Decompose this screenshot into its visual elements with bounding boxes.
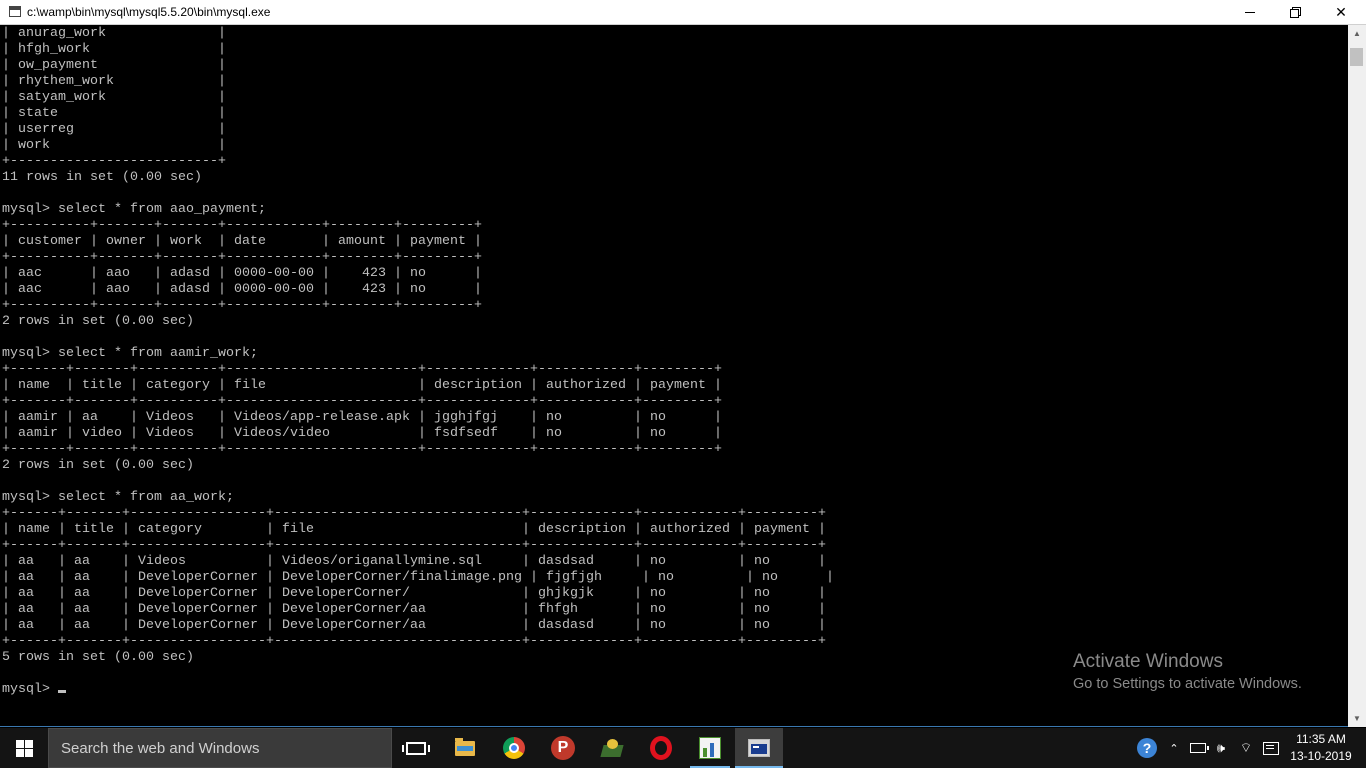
notification-icon xyxy=(1263,741,1279,755)
clock-date: 13-10-2019 xyxy=(1290,749,1352,763)
console-text: | anurag_work | | hfgh_work | | ow_payme… xyxy=(2,25,834,697)
console-line: 5 rows in set (0.00 sec) xyxy=(2,649,194,664)
console-line: +------+-------+-----------------+------… xyxy=(2,537,826,552)
activate-windows-watermark: Activate Windows Go to Settings to activ… xyxy=(1073,651,1302,692)
console-line: | aa | aa | DeveloperCorner | DeveloperC… xyxy=(2,617,826,632)
console-line: +----------+-------+-------+------------… xyxy=(2,217,482,232)
windows-logo-icon xyxy=(15,739,33,757)
console-line: +--------------------------+ xyxy=(2,153,226,168)
chart-app-icon xyxy=(699,737,721,759)
action-center-button[interactable] xyxy=(1260,728,1282,768)
start-button[interactable] xyxy=(0,728,48,768)
task-view-icon xyxy=(402,741,430,755)
console-line: | userreg | xyxy=(2,121,226,136)
console-line: | aa | aa | Videos | Videos/origanallymi… xyxy=(2,553,826,568)
console-line: +-------+-------+----------+------------… xyxy=(2,393,722,408)
console-line: +-------+-------+----------+------------… xyxy=(2,441,722,456)
wifi-icon: ⌔ xyxy=(1239,740,1253,755)
text-cursor xyxy=(58,690,66,693)
help-icon: ? xyxy=(1137,738,1157,758)
console-history: | anurag_work | | hfgh_work | | ow_payme… xyxy=(2,25,834,664)
console-line: | satyam_work | xyxy=(2,89,226,104)
green-app-icon xyxy=(601,738,623,758)
activate-windows-heading: Activate Windows xyxy=(1073,651,1223,672)
console-line: | name | title | category | file | descr… xyxy=(2,377,722,392)
chevron-up-icon: ⌃ xyxy=(1169,742,1179,755)
taskbar-clock[interactable]: 11:35 AM 13-10-2019 xyxy=(1284,731,1358,765)
vertical-scrollbar[interactable]: ▲ ▼ xyxy=(1348,25,1366,727)
scrollbar-thumb[interactable] xyxy=(1350,48,1363,66)
console-line: | customer | owner | work | date | amoun… xyxy=(2,233,482,248)
minimize-icon xyxy=(1245,11,1255,13)
console-line: | aac | aao | adasd | 0000-00-00 | 423 |… xyxy=(2,265,482,280)
show-hidden-icons-button[interactable]: ⌃ xyxy=(1164,728,1184,768)
file-explorer-button[interactable] xyxy=(441,728,489,768)
console-line: | aa | aa | DeveloperCorner | DeveloperC… xyxy=(2,585,826,600)
scroll-up-arrow-icon[interactable]: ▲ xyxy=(1348,25,1366,42)
minimize-button[interactable] xyxy=(1227,0,1273,24)
close-button[interactable]: ✕ xyxy=(1318,0,1364,24)
help-tray-button[interactable]: ? xyxy=(1134,728,1160,768)
console-line: 2 rows in set (0.00 sec) xyxy=(2,313,194,328)
console-line: | aa | aa | DeveloperCorner | DeveloperC… xyxy=(2,569,834,584)
taskbar: Search the web and Windows P ? ⌃ 🕪 ⌔ 11:… xyxy=(0,728,1366,768)
chrome-button[interactable] xyxy=(490,728,538,768)
window-title: c:\wamp\bin\mysql\mysql5.5.20\bin\mysql.… xyxy=(27,5,271,19)
window-bottom-border xyxy=(0,726,1348,727)
console-line: +----------+-------+-------+------------… xyxy=(2,249,482,264)
scroll-down-arrow-icon[interactable]: ▼ xyxy=(1348,710,1366,727)
battery-tray-button[interactable] xyxy=(1188,728,1209,768)
console-line: mysql> select * from aao_payment; xyxy=(2,201,266,216)
console-output-area[interactable]: | anurag_work | | hfgh_work | | ow_payme… xyxy=(0,25,1348,727)
volume-tray-button[interactable]: 🕪 xyxy=(1211,728,1231,768)
console-line: | anurag_work | xyxy=(2,25,226,40)
file-explorer-icon xyxy=(455,737,475,756)
taskbar-search-box[interactable]: Search the web and Windows xyxy=(48,728,392,768)
console-line: | work | xyxy=(2,137,226,152)
green-app-button[interactable] xyxy=(588,728,636,768)
console-line: +------+-------+-----------------+------… xyxy=(2,633,826,648)
console-line: mysql> select * from aa_work; xyxy=(2,489,234,504)
restore-button[interactable] xyxy=(1272,0,1318,24)
search-placeholder: Search the web and Windows xyxy=(61,740,260,757)
chrome-icon xyxy=(503,737,525,759)
console-line: | name | title | category | file | descr… xyxy=(2,521,826,536)
task-view-button[interactable] xyxy=(392,728,440,768)
console-line: | aa | aa | DeveloperCorner | DeveloperC… xyxy=(2,601,826,616)
console-line: +----------+-------+-------+------------… xyxy=(2,297,482,312)
restore-icon xyxy=(1290,7,1301,18)
network-tray-button[interactable]: ⌔ xyxy=(1236,728,1256,768)
clock-time: 11:35 AM xyxy=(1296,732,1346,746)
console-window-icon xyxy=(9,6,21,17)
console-line: | aamir | aa | Videos | Videos/app-relea… xyxy=(2,409,722,424)
psiphon-icon: P xyxy=(551,736,575,760)
console-app-button[interactable] xyxy=(735,728,783,768)
console-line: +-------+-------+----------+------------… xyxy=(2,361,722,376)
console-line: +------+-------+-----------------+------… xyxy=(2,505,826,520)
console-line: | hfgh_work | xyxy=(2,41,226,56)
console-prompt: mysql> xyxy=(2,681,58,696)
window-title-bar[interactable]: c:\wamp\bin\mysql\mysql5.5.20\bin\mysql.… xyxy=(0,0,1366,25)
console-line: 2 rows in set (0.00 sec) xyxy=(2,457,194,472)
console-app-icon xyxy=(748,739,770,757)
volume-icon: 🕪 xyxy=(1216,740,1226,755)
chart-app-button[interactable] xyxy=(686,728,734,768)
activate-windows-subtext: Go to Settings to activate Windows. xyxy=(1073,676,1302,692)
console-line: | state | xyxy=(2,105,226,120)
battery-icon xyxy=(1190,743,1209,753)
opera-button[interactable] xyxy=(637,728,685,768)
psiphon-button[interactable]: P xyxy=(539,728,587,768)
console-line: mysql> select * from aamir_work; xyxy=(2,345,258,360)
console-line: | aac | aao | adasd | 0000-00-00 | 423 |… xyxy=(2,281,482,296)
opera-icon xyxy=(650,736,672,760)
console-line: 11 rows in set (0.00 sec) xyxy=(2,169,202,184)
console-line: | ow_payment | xyxy=(2,57,226,72)
console-line: | aamir | video | Videos | Videos/video … xyxy=(2,425,722,440)
console-line: | rhythem_work | xyxy=(2,73,226,88)
